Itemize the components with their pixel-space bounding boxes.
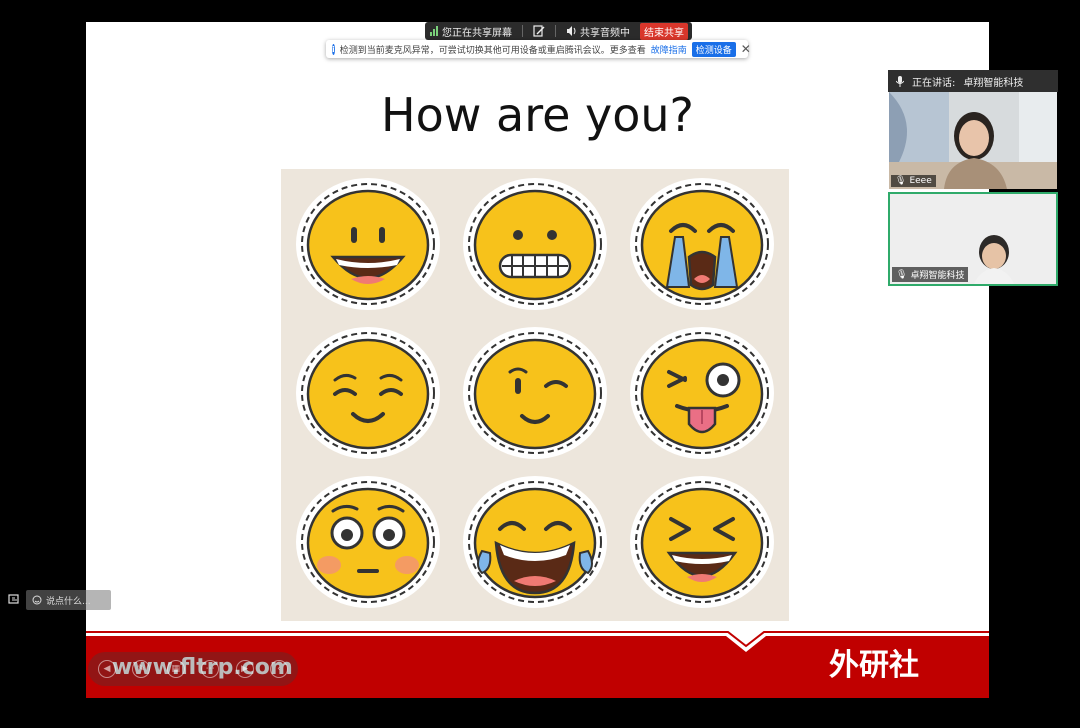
screen-share-toolbar: 您正在共享屏幕 共享音频中 结束共享 (425, 22, 692, 40)
annotate-icon[interactable] (533, 25, 545, 37)
emoji-winking-tongue (630, 327, 774, 459)
signal-icon (430, 26, 438, 36)
publisher-logo: 外研社 (829, 648, 919, 683)
more-options-button[interactable]: ⋯ (201, 660, 220, 678)
next-slide-button[interactable]: ▶ (235, 660, 254, 678)
audio-label: 共享音频中 (580, 27, 630, 39)
share-audio-toggle[interactable]: 共享音频中 (566, 24, 630, 39)
info-icon: i (332, 43, 335, 55)
participant-video-tile-active[interactable]: 🎙 卓翔智能科技 (888, 192, 1058, 286)
chat-placeholder: 说点什么... (46, 596, 91, 607)
participant-name: 卓翔智能科技 (910, 271, 965, 281)
chat-input[interactable]: 说点什么... (26, 590, 111, 610)
divider (522, 25, 523, 37)
speaking-indicator: 正在讲话: 卓翔智能科技 (888, 70, 1058, 92)
sharing-label: 您正在共享屏幕 (442, 27, 512, 39)
participant-name-tag: 🎙 Eeee (891, 175, 936, 187)
slide-nav-controls: ◀ ✎ ▦ ⋯ ▶ ‹ (88, 652, 298, 686)
close-icon[interactable]: ✕ (741, 42, 751, 56)
emoji-grinning (296, 178, 440, 310)
mic-warning-notice: i 检测到当前麦克风异常，可尝试切换其他可用设备或重启腾讯会议。更多查看 故障指… (326, 40, 751, 58)
emoji-tears-of-joy (463, 476, 607, 608)
divider (555, 25, 556, 37)
grid-view-button[interactable]: ▦ (166, 660, 185, 678)
participant-video-tile[interactable]: 🎙 Eeee (889, 92, 1057, 189)
troubleshoot-link[interactable]: 故障指南 (651, 43, 687, 56)
speaking-label: 正在讲话: (912, 77, 956, 89)
microphone-icon (896, 75, 904, 87)
collapse-toolbar-button[interactable]: ‹ (269, 660, 288, 678)
chat-bar: 说点什么... (0, 588, 111, 612)
end-share-button[interactable]: 结束共享 (640, 22, 688, 40)
emoji-flushed (296, 476, 440, 608)
emoji-grid (281, 169, 789, 621)
mic-icon: 🎙 (895, 176, 907, 186)
emoji-grimacing (463, 178, 607, 310)
emoji-smiling (296, 327, 440, 459)
notice-message: 检测到当前麦克风异常，可尝试切换其他可用设备或重启腾讯会议。更多查看 (339, 45, 646, 56)
chat-toggle-icon[interactable] (8, 594, 22, 606)
emoji-picker-icon[interactable] (32, 595, 42, 605)
emoji-loudly-crying (630, 178, 774, 310)
participant-name-tag: 🎙 卓翔智能科技 (892, 267, 969, 282)
participant-name: Eeee (909, 176, 932, 186)
mic-icon: 🎙 (896, 269, 908, 280)
pen-tool-button[interactable]: ✎ (132, 660, 151, 678)
speaker-icon (567, 26, 576, 36)
emoji-winking-smile (463, 327, 607, 459)
emoji-laughing (630, 476, 774, 608)
check-device-button[interactable]: 检测设备 (691, 41, 736, 57)
previous-slide-button[interactable]: ◀ (98, 660, 116, 678)
slide-title: How are you? (381, 88, 694, 142)
shared-slide: How are you? www.fltrp.com 外研社 (86, 22, 989, 698)
speaking-name: 卓翔智能科技 (963, 77, 1024, 89)
sharing-status: 您正在共享屏幕 (429, 24, 512, 39)
